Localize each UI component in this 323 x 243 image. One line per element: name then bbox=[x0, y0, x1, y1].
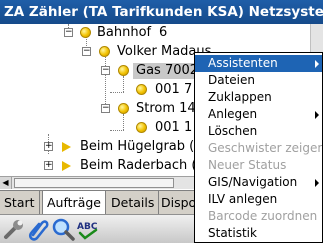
tree-node-label: Beim Hügelgrab (2 bbox=[80, 139, 203, 154]
scroll-left-icon[interactable]: ◀ bbox=[0, 177, 12, 189]
node-dot-icon bbox=[136, 84, 147, 95]
expand-toggle-icon[interactable]: + bbox=[44, 142, 53, 151]
tree-node-bahnhof[interactable]: − Bahnhof 6 bbox=[0, 24, 200, 43]
menu-item-label: Dateien bbox=[208, 73, 256, 87]
tree-node-strom-child[interactable]: 001 1 bbox=[0, 119, 200, 138]
submenu-arrow-icon bbox=[315, 60, 319, 68]
tab-auftraege[interactable]: Aufträge bbox=[42, 191, 106, 214]
menu-item-loeschen[interactable]: Löschen bbox=[195, 123, 322, 140]
submenu-arrow-icon bbox=[315, 179, 319, 187]
menu-item-label: Barcode zuordnen bbox=[208, 209, 318, 223]
menu-item-neuer-status: Neuer Status bbox=[195, 157, 322, 174]
flag-icon bbox=[62, 161, 71, 171]
collapse-toggle-icon[interactable]: − bbox=[64, 28, 73, 37]
tree-node-huegelgrab[interactable]: + Beim Hügelgrab (2 bbox=[0, 138, 203, 157]
menu-item-label: Löschen bbox=[208, 124, 258, 138]
menu-item-label: Assistenten bbox=[208, 56, 278, 70]
tree-node-gas-child[interactable]: 001 7 bbox=[0, 81, 200, 100]
menu-item-geschwister-zeigen: Geschwister zeigen bbox=[195, 140, 323, 157]
menu-item-label: ILV anlegen bbox=[208, 192, 278, 206]
menu-item-label: Neuer Status bbox=[208, 158, 287, 172]
menu-item-assistenten[interactable]: Assistenten bbox=[195, 55, 322, 72]
clip-icon[interactable] bbox=[26, 217, 50, 241]
menu-item-label: Zuklappen bbox=[208, 90, 272, 104]
context-menu: Assistenten Dateien Zuklappen Anlegen Lö… bbox=[194, 52, 323, 243]
tree-node-raderbach[interactable]: + Beim Raderbach (1 bbox=[0, 157, 205, 176]
tab-details[interactable]: Details bbox=[107, 191, 160, 214]
tree-node-label: Gas 7002 bbox=[136, 63, 199, 78]
collapse-toggle-icon[interactable]: − bbox=[82, 47, 91, 56]
menu-item-label: Geschwister zeigen bbox=[208, 141, 323, 155]
node-dot-icon bbox=[136, 122, 147, 133]
expand-toggle-icon[interactable]: + bbox=[44, 161, 53, 170]
menu-item-statistik[interactable]: Statistik bbox=[195, 225, 322, 242]
menu-item-gis-navigation[interactable]: GIS/Navigation bbox=[195, 174, 322, 191]
menu-item-label: Anlegen bbox=[208, 107, 258, 121]
spellcheck-icon[interactable]: ABC bbox=[76, 217, 100, 241]
submenu-arrow-icon bbox=[315, 111, 319, 119]
tree-node-label: 001 1 bbox=[155, 120, 193, 135]
tree-node-value: 6 bbox=[159, 25, 168, 40]
node-dot-icon bbox=[99, 46, 110, 57]
tree-node-label: 001 7 bbox=[155, 82, 193, 97]
flag-icon bbox=[62, 142, 71, 152]
menu-item-barcode-zuordnen: Barcode zuordnen bbox=[195, 208, 322, 225]
collapse-toggle-icon[interactable]: − bbox=[101, 66, 110, 75]
window-title: ZA Zähler (TA Tarifkunden KSA) Netzsyste… bbox=[0, 0, 323, 24]
tree-node-label: Bahnhof bbox=[97, 25, 152, 40]
menu-item-zuklappen[interactable]: Zuklappen bbox=[195, 89, 322, 106]
menu-item-anlegen[interactable]: Anlegen bbox=[195, 106, 322, 123]
tree-node-label: Strom 14 bbox=[136, 101, 196, 116]
tree-node-gas[interactable]: − Gas 7002 bbox=[0, 62, 203, 81]
menu-item-label: Statistik bbox=[208, 226, 257, 240]
scrollbar-thumb[interactable] bbox=[14, 178, 174, 188]
tab-start[interactable]: Start bbox=[0, 191, 40, 214]
magnifier-icon[interactable] bbox=[51, 217, 75, 241]
tree-node-label: Beim Raderbach (1 bbox=[80, 158, 205, 173]
node-dot-icon bbox=[80, 27, 91, 38]
collapse-toggle-icon[interactable]: − bbox=[101, 104, 110, 113]
menu-item-dateien[interactable]: Dateien bbox=[195, 72, 322, 89]
tree-node-strom[interactable]: − Strom 14 bbox=[0, 100, 200, 119]
menu-item-label: GIS/Navigation bbox=[208, 175, 298, 189]
tree-node-volker-madaus[interactable]: − Volker Madaus bbox=[0, 43, 211, 62]
node-dot-icon bbox=[118, 103, 129, 114]
menu-item-ilv-anlegen[interactable]: ILV anlegen bbox=[195, 191, 322, 208]
node-dot-icon bbox=[118, 65, 129, 76]
wrench-icon[interactable] bbox=[2, 217, 26, 241]
